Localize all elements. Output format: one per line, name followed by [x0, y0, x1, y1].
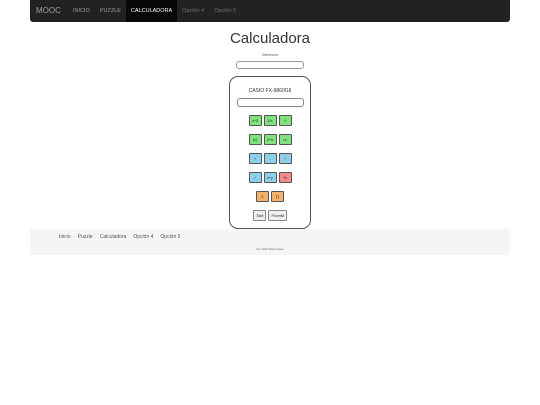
calculator-display[interactable] [237, 98, 304, 107]
percent-button[interactable]: % [278, 172, 292, 183]
sum-button[interactable]: Σ [256, 191, 269, 202]
key-row-2: |x| 2^n n! [230, 134, 310, 145]
key-row-3: + - * [230, 153, 310, 164]
square-button[interactable]: x^2 [248, 115, 262, 126]
key-row-4: / x^y % [230, 172, 310, 183]
calculator-panel: CASIO FX-9860GII x^2 1/x √ |x| 2^n n! + … [229, 76, 311, 229]
nav-links: INICIO PUZZLE CALCULADORA Opción 4 Opció… [68, 0, 241, 22]
footer-link-opcion-4[interactable]: Opción 4 [133, 234, 153, 240]
power-button[interactable]: x^y [263, 172, 277, 183]
power-of-two-button[interactable]: 2^n [263, 134, 277, 145]
memory-label: Memoria [262, 52, 278, 57]
key-row-6: ToM FromM [230, 210, 310, 221]
calculator-model: CASIO FX-9860GII [248, 88, 292, 94]
key-row-1: x^2 1/x √ [230, 115, 310, 126]
nav-puzzle[interactable]: PUZZLE [95, 0, 126, 22]
top-navbar: MOOC INICIO PUZZLE CALCULADORA Opción 4 … [30, 0, 510, 22]
absolute-button[interactable]: |x| [248, 134, 262, 145]
product-button[interactable]: ∏ [271, 191, 284, 202]
nav-opcion-5[interactable]: Opción 5 [209, 0, 241, 22]
footer-link-inicio[interactable]: Inicio [59, 234, 71, 240]
subtract-button[interactable]: - [263, 153, 277, 164]
to-memory-button[interactable]: ToM [252, 210, 267, 221]
from-memory-button[interactable]: FromM [268, 210, 288, 221]
sqrt-button[interactable]: √ [278, 115, 292, 126]
nav-inicio[interactable]: INICIO [68, 0, 95, 22]
factorial-button[interactable]: n! [278, 134, 292, 145]
footer-link-calculadora[interactable]: Calculadora [100, 234, 127, 240]
add-button[interactable]: + [248, 153, 262, 164]
footer-link-puzzle[interactable]: Puzzle [78, 234, 93, 240]
nav-opcion-4[interactable]: Opción 4 [177, 0, 209, 22]
multiply-button[interactable]: * [278, 153, 292, 164]
footer-link-opcion-5[interactable]: Opción 5 [160, 234, 180, 240]
page-title: Calculadora [229, 30, 311, 47]
footer: Inicio Puzzle Calculadora Opción 4 Opció… [30, 229, 510, 255]
divide-button[interactable]: / [248, 172, 262, 183]
nav-calculadora[interactable]: CALCULADORA [125, 0, 178, 22]
footer-links: Inicio Puzzle Calculadora Opción 4 Opció… [59, 234, 180, 240]
key-row-5: Σ ∏ [230, 191, 310, 202]
reciprocal-button[interactable]: 1/x [263, 115, 277, 126]
memory-input[interactable] [236, 61, 304, 69]
brand-link[interactable]: MOOC [36, 0, 61, 22]
copyright: (C) 2016 Raúl López [256, 247, 284, 251]
